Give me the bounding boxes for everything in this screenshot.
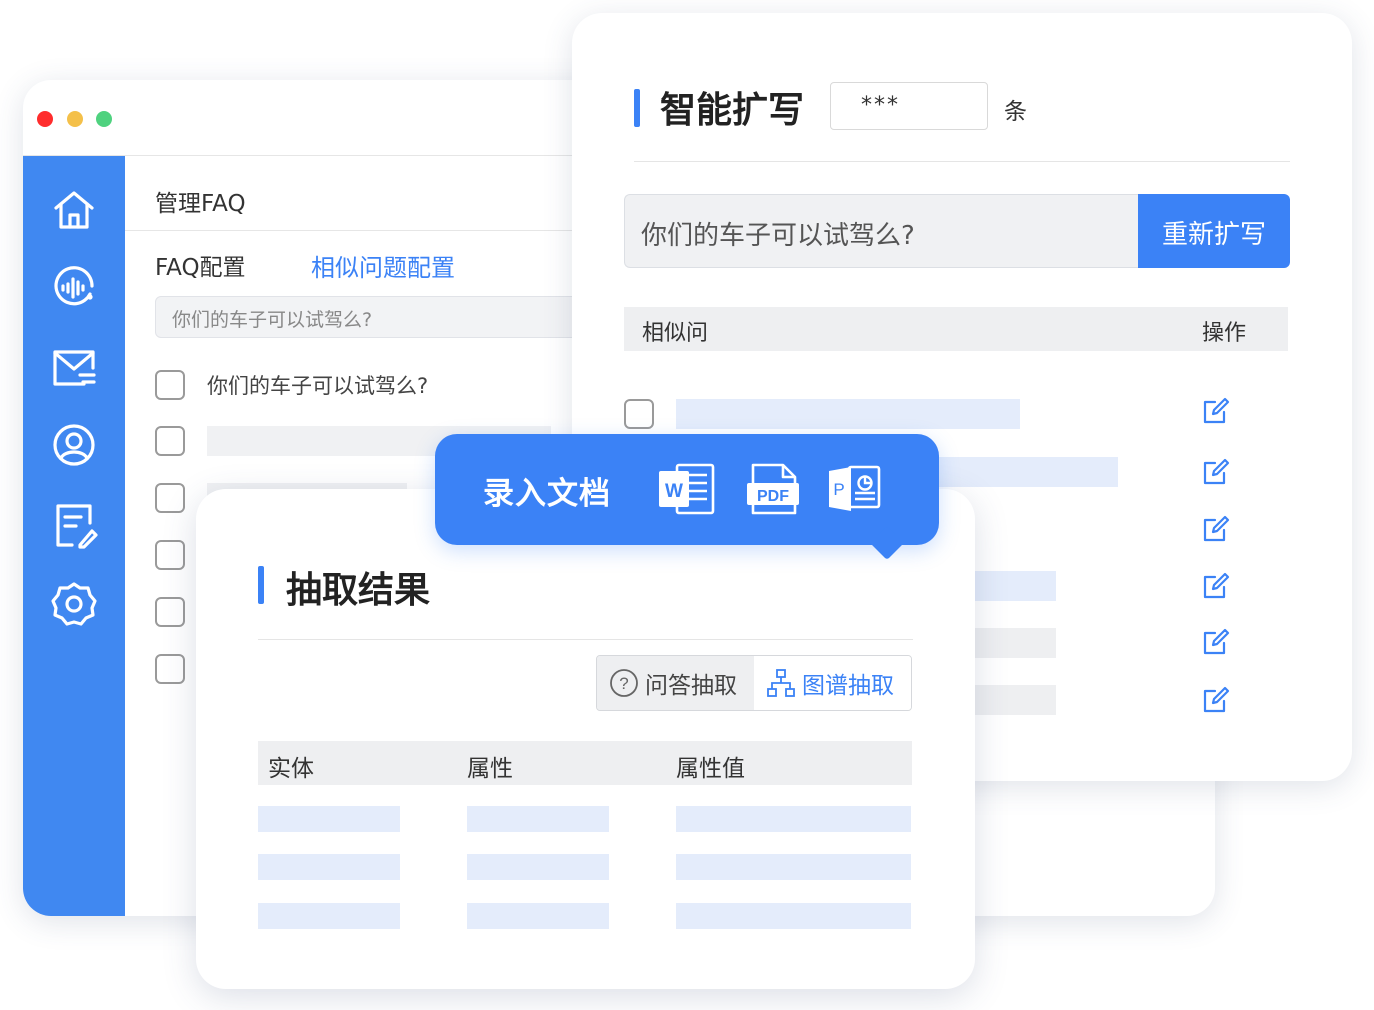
svg-text:P: P xyxy=(833,480,844,499)
row-checkbox[interactable] xyxy=(624,399,654,429)
mail-icon[interactable] xyxy=(50,344,98,392)
minimize-dot[interactable] xyxy=(67,111,83,127)
placeholder-bar xyxy=(676,903,911,929)
placeholder-bar xyxy=(676,399,1020,429)
query-input[interactable]: 你们的车子可以试驾么? xyxy=(624,194,1138,268)
rewrite-button[interactable]: 重新扩写 xyxy=(1138,194,1290,268)
edit-icon[interactable] xyxy=(1202,458,1230,486)
placeholder-bar xyxy=(258,903,400,929)
tab-similar-config[interactable]: 相似问题配置 xyxy=(311,248,455,283)
count-input[interactable]: *** xyxy=(830,82,988,130)
col-attribute-value: 属性值 xyxy=(676,756,745,782)
voice-icon[interactable] xyxy=(50,264,98,312)
graph-extract-label: 图谱抽取 xyxy=(802,673,894,699)
sidebar xyxy=(23,156,125,916)
graph-icon xyxy=(767,669,795,697)
import-document-label: 录入文档 xyxy=(483,476,611,512)
col-entity: 实体 xyxy=(268,756,314,782)
col-action: 操作 xyxy=(1201,321,1246,346)
title-accent xyxy=(634,89,640,127)
count-unit: 条 xyxy=(1004,99,1027,125)
word-icon[interactable]: W xyxy=(657,461,717,517)
tab-faq-config[interactable]: FAQ配置 xyxy=(155,248,246,282)
home-icon[interactable] xyxy=(50,186,98,234)
extract-mode-switch: ? 问答抽取 图谱抽取 xyxy=(596,655,912,711)
placeholder-bar xyxy=(676,806,911,832)
table-header: 实体 属性 属性值 xyxy=(258,741,912,785)
edit-icon[interactable] xyxy=(1202,515,1230,543)
extract-panel: 抽取结果 ? 问答抽取 图谱抽取 实体 属性 属性值 xyxy=(196,489,975,989)
maximize-dot[interactable] xyxy=(96,111,112,127)
document-edit-icon[interactable] xyxy=(50,501,98,549)
edit-icon[interactable] xyxy=(1202,686,1230,714)
question-icon: ? xyxy=(610,669,638,697)
graph-extract-tab[interactable]: 图谱抽取 xyxy=(754,656,911,710)
divider xyxy=(634,161,1290,162)
title-accent xyxy=(258,566,264,604)
pdf-icon[interactable]: PDF xyxy=(743,461,803,517)
table-header: 相似问 操作 xyxy=(624,307,1288,351)
row-checkbox[interactable] xyxy=(155,597,185,627)
qa-extract-tab[interactable]: ? 问答抽取 xyxy=(597,656,754,710)
col-attribute: 属性 xyxy=(467,756,513,782)
svg-text:PDF: PDF xyxy=(757,488,789,505)
row-checkbox[interactable] xyxy=(155,483,185,513)
close-dot[interactable] xyxy=(37,111,53,127)
extract-title: 抽取结果 xyxy=(286,570,431,611)
settings-icon[interactable] xyxy=(50,580,98,628)
row-checkbox[interactable] xyxy=(155,426,185,456)
edit-icon[interactable] xyxy=(1202,397,1230,425)
row-checkbox[interactable] xyxy=(155,370,185,400)
svg-text:?: ? xyxy=(619,674,628,693)
row-checkbox[interactable] xyxy=(155,540,185,570)
placeholder-bar xyxy=(972,628,1056,658)
divider xyxy=(258,639,913,640)
qa-extract-label: 问答抽取 xyxy=(645,673,737,699)
placeholder-bar xyxy=(972,685,1056,715)
placeholder-bar xyxy=(467,806,609,832)
placeholder-bar xyxy=(258,854,400,880)
placeholder-bar xyxy=(467,854,609,880)
col-similar: 相似问 xyxy=(642,321,709,346)
placeholder-bar xyxy=(932,457,1118,487)
search-input[interactable]: 你们的车子可以试驾么? xyxy=(155,296,595,338)
placeholder-bar xyxy=(676,854,911,880)
svg-text:W: W xyxy=(665,481,683,502)
import-document-popup[interactable]: 录入文档 W PDF P xyxy=(435,434,939,560)
list-item-text: 你们的车子可以试驾么? xyxy=(207,374,429,398)
edit-icon[interactable] xyxy=(1202,628,1230,656)
user-icon[interactable] xyxy=(50,421,98,469)
ppt-icon[interactable]: P xyxy=(827,461,887,517)
placeholder-bar xyxy=(258,806,400,832)
page-title: 管理FAQ xyxy=(155,191,246,217)
placeholder-bar xyxy=(972,571,1056,601)
row-checkbox[interactable] xyxy=(155,654,185,684)
placeholder-bar xyxy=(467,903,609,929)
expand-title: 智能扩写 xyxy=(660,90,805,131)
edit-icon[interactable] xyxy=(1202,572,1230,600)
